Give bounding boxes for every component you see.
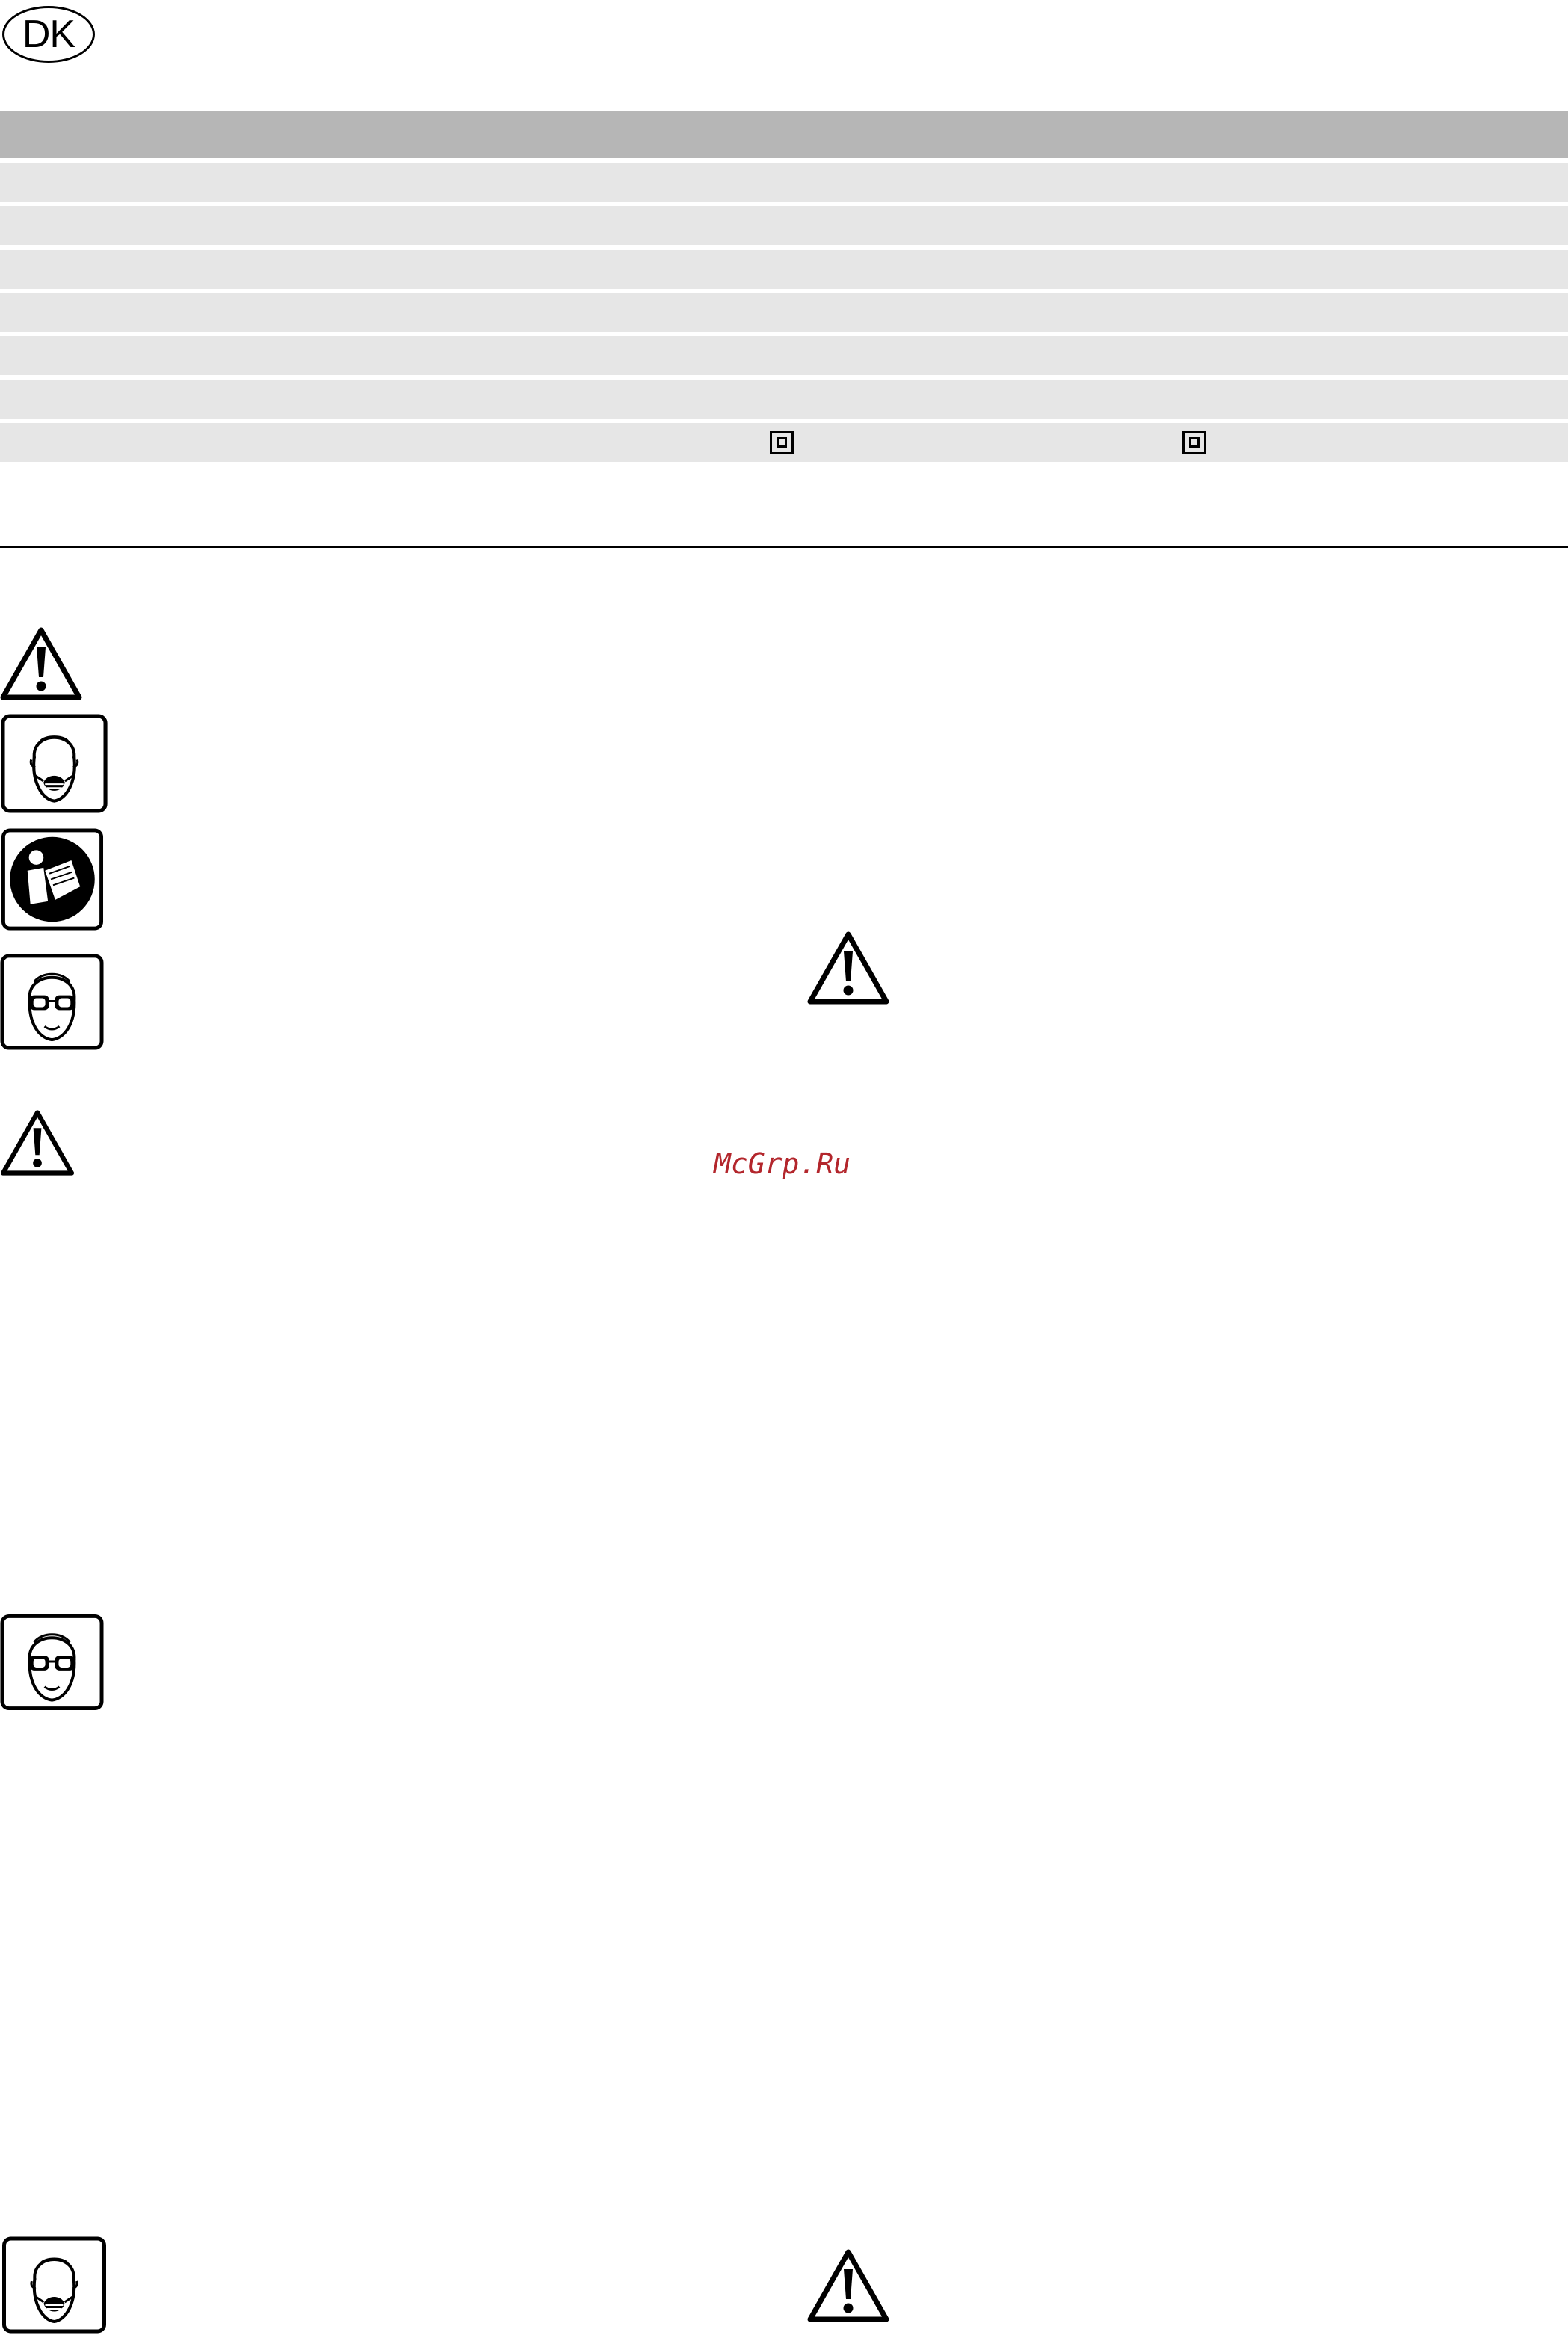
double-insulation-icon (770, 431, 794, 454)
read-manual-icon (0, 828, 105, 931)
language-badge: DK (2, 6, 95, 63)
table-row (0, 250, 1568, 289)
safety-goggles-icon (0, 953, 104, 1051)
table-row (0, 293, 1568, 332)
dust-mask-icon (0, 714, 108, 813)
table-row (0, 380, 1568, 419)
table-row (0, 163, 1568, 202)
table-row (0, 336, 1568, 375)
warning-icon (0, 1109, 75, 1176)
warning-icon (807, 931, 889, 1005)
warning-icon (0, 626, 82, 701)
table-row (0, 206, 1568, 245)
safety-goggles-icon (0, 1613, 104, 1712)
table-header (0, 111, 1568, 158)
double-insulation-icon (1182, 431, 1206, 454)
table-row (0, 423, 1568, 462)
dust-mask-icon (0, 2236, 108, 2334)
watermark: McGrp.Ru (714, 1147, 851, 1180)
warning-icon (807, 2248, 889, 2323)
section-divider (0, 546, 1568, 548)
